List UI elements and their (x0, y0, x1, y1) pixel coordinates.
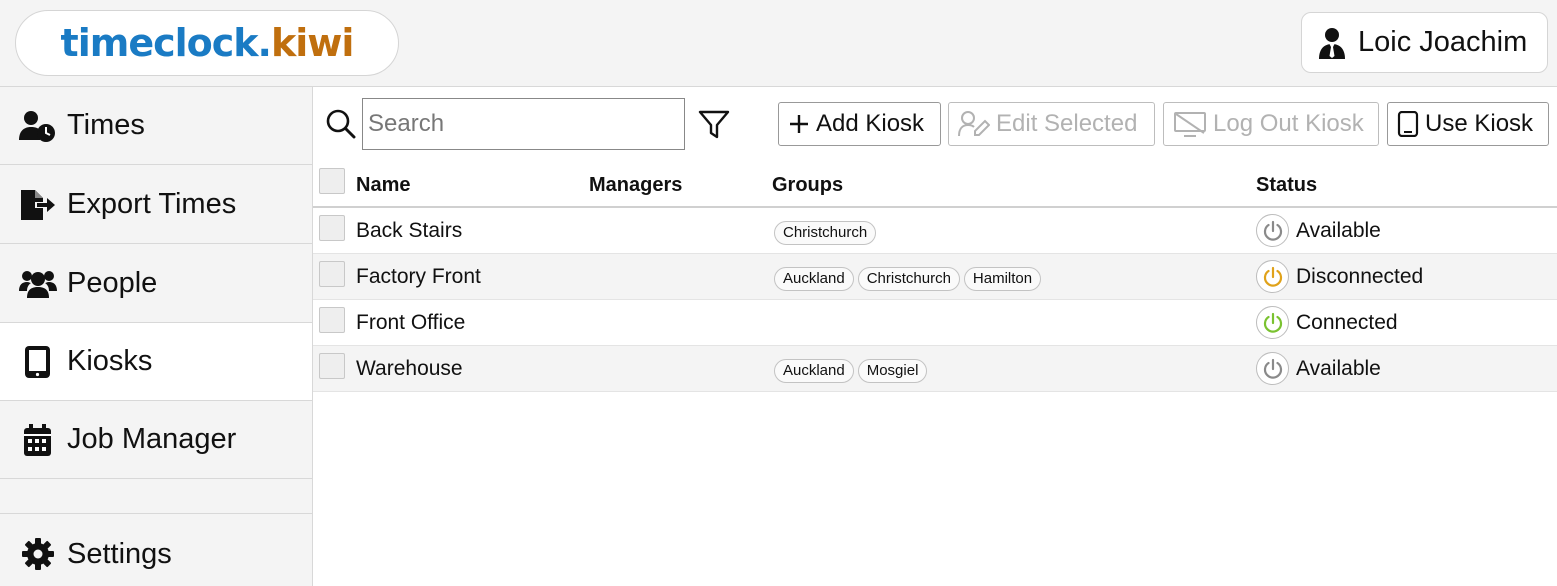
kiosk-name: Back Stairs (356, 219, 463, 242)
power-icon (1256, 260, 1289, 293)
file-export-icon (19, 188, 57, 222)
sidebar-item-label: Job Manager (67, 423, 237, 455)
sidebar-nav: Times Export Times People Kiosks Job Man… (0, 87, 313, 586)
table-row[interactable]: Front Office Connected (313, 300, 1557, 346)
table-row[interactable]: Factory Front Auckland Christchurch Hami… (313, 254, 1557, 300)
app-logo[interactable]: timeclock.kiwi (15, 10, 399, 76)
row-checkbox[interactable] (319, 353, 345, 379)
calendar-icon (19, 423, 57, 457)
filter-icon[interactable] (698, 110, 730, 140)
status-cell: Disconnected (1256, 260, 1423, 293)
search-icon[interactable] (325, 108, 357, 140)
log-out-kiosk-button[interactable]: Log Out Kiosk (1163, 102, 1379, 146)
user-clock-icon (19, 109, 57, 143)
app-header: timeclock.kiwi Loic Joachim (0, 0, 1557, 87)
sidebar-item-kiosks[interactable]: Kiosks (0, 323, 312, 401)
tablet-icon (1397, 111, 1419, 137)
user-menu-button[interactable]: Loic Joachim (1301, 12, 1548, 73)
display-slash-icon (1174, 112, 1206, 137)
status-cell: Available (1256, 352, 1381, 385)
gear-icon (19, 537, 57, 571)
power-icon (1256, 306, 1289, 339)
group-tags: Christchurch (774, 221, 877, 245)
status-cell: Available (1256, 214, 1381, 247)
table-row[interactable]: Back Stairs Christchurch Available (313, 208, 1557, 254)
group-tag: Auckland (774, 267, 854, 291)
sidebar-item-export-times[interactable]: Export Times (0, 166, 312, 244)
users-icon (19, 267, 57, 301)
user-edit-icon (958, 111, 990, 137)
use-kiosk-button[interactable]: Use Kiosk (1387, 102, 1549, 146)
sidebar-item-label: Times (67, 109, 145, 141)
sidebar-item-settings[interactable]: Settings (0, 515, 312, 586)
tablet-icon (19, 345, 57, 379)
kiosks-table: Name Managers Groups Status Back Stairs … (313, 160, 1557, 392)
group-tag: Mosgiel (857, 359, 928, 383)
column-header-status[interactable]: Status (1256, 174, 1317, 197)
group-tag: Hamilton (963, 267, 1042, 291)
user-name: Loic Joachim (1358, 26, 1528, 58)
sidebar-item-label: People (67, 267, 158, 299)
power-icon (1256, 214, 1289, 247)
column-header-name[interactable]: Name (356, 174, 410, 197)
kiosk-name: Front Office (356, 311, 466, 334)
plus-icon (790, 115, 808, 133)
kiosk-name: Factory Front (356, 265, 481, 288)
column-header-managers[interactable]: Managers (589, 174, 682, 197)
group-tags: Auckland Christchurch Hamilton (774, 267, 1042, 291)
sidebar-item-people[interactable]: People (0, 245, 312, 323)
status-text: Available (1296, 356, 1381, 380)
group-tag: Christchurch (857, 267, 960, 291)
edit-selected-button[interactable]: Edit Selected (948, 102, 1155, 146)
kiosk-toolbar: Add Kiosk Edit Selected Log Out Kiosk Us… (313, 88, 1557, 158)
search-input[interactable] (362, 98, 685, 150)
status-text: Available (1296, 218, 1381, 242)
sidebar-item-job-manager[interactable]: Job Manager (0, 401, 312, 479)
sidebar-item-label: Settings (67, 537, 172, 570)
status-text: Connected (1296, 310, 1398, 334)
select-all-checkbox[interactable] (319, 168, 345, 194)
status-text: Disconnected (1296, 264, 1424, 288)
sidebar-item-times[interactable]: Times (0, 87, 312, 165)
power-icon (1256, 352, 1289, 385)
kiosk-name: Warehouse (356, 357, 463, 380)
sidebar-item-label: Kiosks (67, 345, 153, 377)
logo-text: timeclock.kiwi (60, 21, 355, 65)
row-checkbox[interactable] (319, 307, 345, 333)
status-cell: Connected (1256, 306, 1398, 339)
row-checkbox[interactable] (319, 215, 345, 241)
row-checkbox[interactable] (319, 261, 345, 287)
group-tags: Auckland Mosgiel (774, 359, 928, 383)
group-tag: Auckland (774, 359, 854, 383)
add-kiosk-button[interactable]: Add Kiosk (778, 102, 941, 146)
sidebar-item-label: Export Times (67, 188, 237, 220)
table-header: Name Managers Groups Status (313, 160, 1557, 208)
group-tag: Christchurch (774, 221, 877, 245)
column-header-groups[interactable]: Groups (772, 174, 843, 197)
table-row[interactable]: Warehouse Auckland Mosgiel Available (313, 346, 1557, 392)
sidebar-spacer (0, 479, 312, 514)
user-tie-icon (1319, 27, 1345, 59)
